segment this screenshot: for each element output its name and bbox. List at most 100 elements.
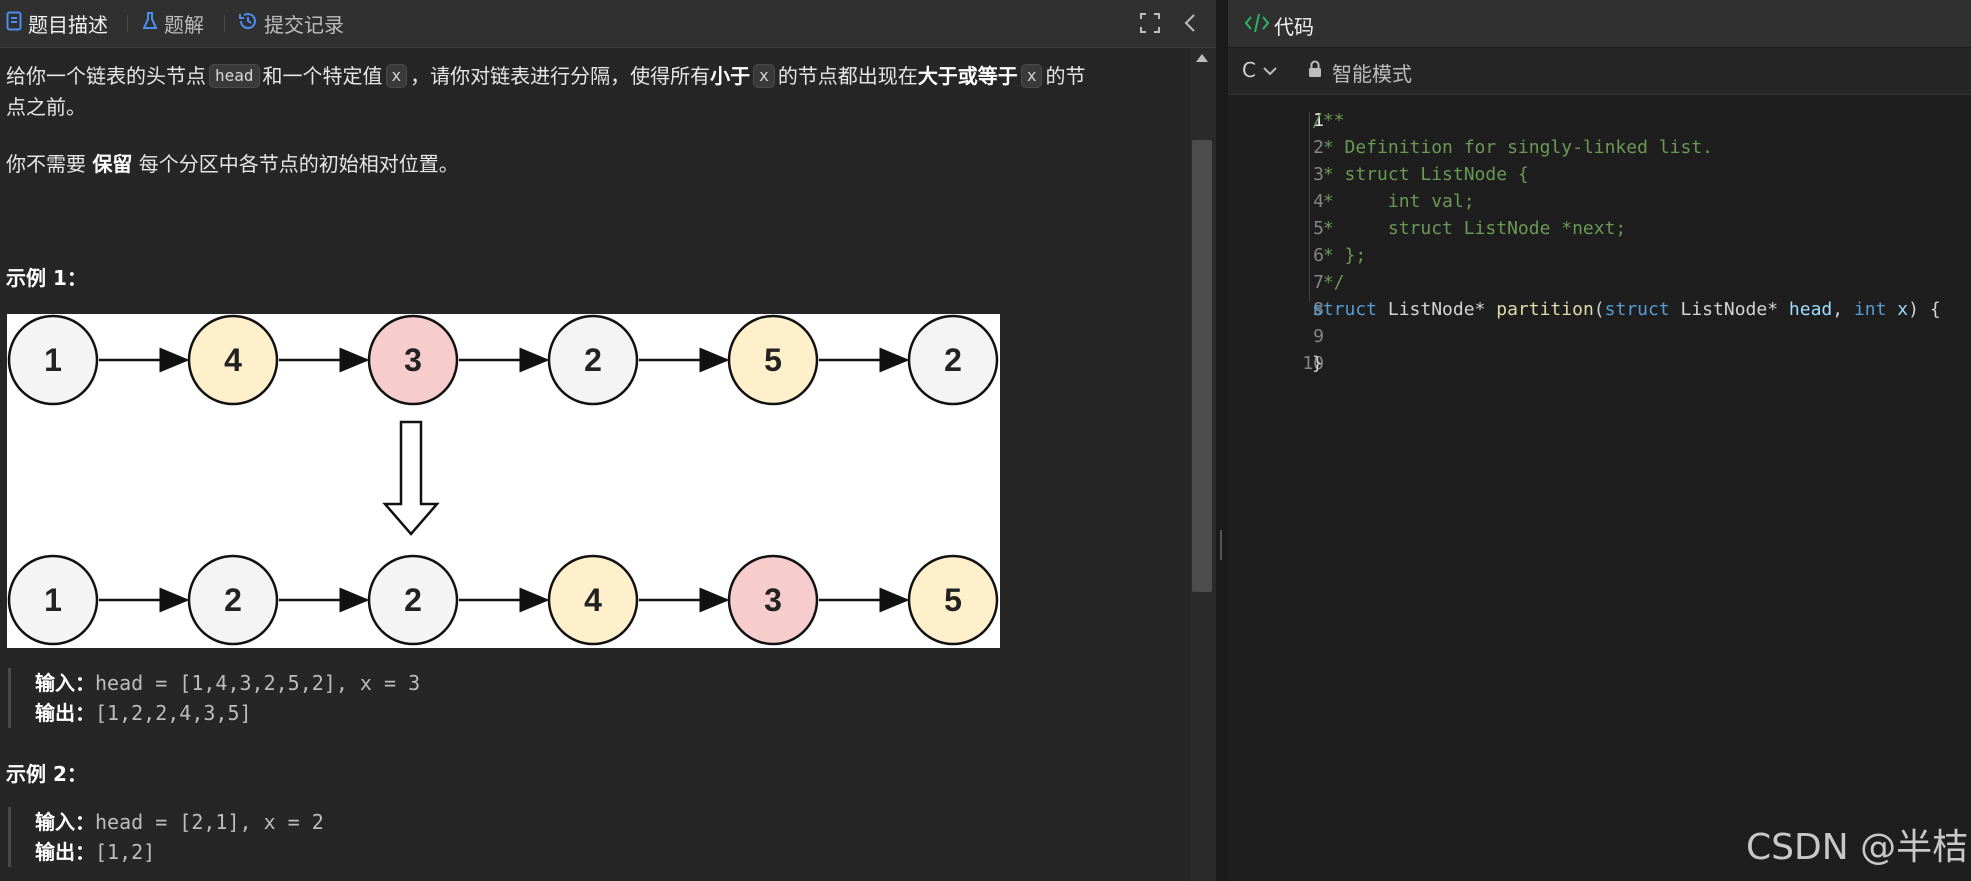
code-text: , bbox=[1832, 299, 1854, 320]
text: 你不需要 bbox=[6, 152, 86, 176]
example-2-block: 输入：head = [2,1], x = 2 输出：[1,2] bbox=[8, 807, 324, 867]
code-line: * int val; bbox=[1312, 191, 1475, 212]
flask-icon bbox=[142, 11, 158, 36]
text: 和一个特定值 bbox=[262, 64, 383, 88]
text: 每个分区中各节点的初始相对位置。 bbox=[138, 152, 459, 176]
output-label: 输出： bbox=[35, 840, 95, 864]
top-row-node-label: 1 bbox=[44, 342, 62, 378]
top-row-node-label: 2 bbox=[584, 342, 602, 378]
code-line: */ bbox=[1312, 272, 1345, 293]
bold-text: 大于或等于 bbox=[917, 64, 1018, 88]
bottom-row-node-label: 3 bbox=[764, 582, 782, 618]
tab-description[interactable]: 题目描述 bbox=[6, 0, 108, 47]
tab-description-label: 题目描述 bbox=[28, 13, 108, 37]
scroll-up-arrow-icon[interactable] bbox=[1196, 54, 1208, 62]
example-2-heading: 示例 2： bbox=[6, 762, 87, 786]
parameter: head bbox=[1788, 299, 1833, 320]
bottom-row-node-label: 2 bbox=[224, 582, 242, 618]
top-row-node-label: 5 bbox=[764, 342, 782, 378]
bottom-row-node-label: 4 bbox=[584, 582, 602, 618]
example-1-heading: 示例 1： bbox=[6, 266, 87, 290]
function-name: partition bbox=[1496, 299, 1594, 320]
linked-list-diagram: 1 4 3 2 5 2 1 2 2 4 3 5 bbox=[7, 314, 1000, 648]
language-select[interactable]: C bbox=[1242, 58, 1278, 82]
description-scrollbar-thumb[interactable] bbox=[1192, 140, 1212, 592]
text: 给你一个链表的头节点 bbox=[6, 64, 206, 88]
collapse-chevron-left-icon[interactable] bbox=[1178, 10, 1204, 36]
bottom-row-node-label: 5 bbox=[944, 582, 962, 618]
code-icon bbox=[1244, 12, 1270, 38]
line-number: 9 bbox=[1313, 326, 1324, 347]
top-row-node-label: 4 bbox=[224, 342, 242, 378]
input-value: head = [2,1], x = 2 bbox=[95, 810, 324, 834]
tab-solutions-label: 题解 bbox=[164, 13, 204, 37]
code-editor-panel: 代码 C 智能模式 1 2 3 4 5 6 7 8 9 10 /** * Def… bbox=[1228, 0, 1971, 881]
document-icon bbox=[6, 11, 22, 36]
top-row-node-label: 3 bbox=[404, 342, 422, 378]
language-label: C bbox=[1242, 58, 1256, 82]
top-row-node-label: 2 bbox=[944, 342, 962, 378]
tab-separator bbox=[127, 15, 128, 32]
code-line: * }; bbox=[1312, 245, 1367, 266]
tab-separator bbox=[224, 15, 225, 32]
inline-code: x bbox=[385, 64, 408, 88]
code-text: ListNode* bbox=[1669, 299, 1789, 320]
lock-icon bbox=[1308, 60, 1322, 82]
code-line: * Definition for singly-linked list. bbox=[1312, 137, 1713, 158]
code-title: 代码 bbox=[1274, 15, 1314, 39]
linked-list-diagram-svg: 1 4 3 2 5 2 1 2 2 4 3 5 bbox=[7, 314, 999, 646]
description-paragraph-1: 给你一个链表的头节点 head 和一个特定值 x ，请你对链表进行分隔，使得所有小于 x 的… bbox=[6, 60, 1085, 92]
history-icon bbox=[238, 11, 258, 36]
output-value: [1,2] bbox=[95, 840, 156, 864]
bottom-row-node-label: 1 bbox=[44, 582, 62, 618]
bold-text: 小于 bbox=[710, 64, 751, 88]
code-line: /** bbox=[1312, 110, 1345, 131]
code-line: * struct ListNode { bbox=[1312, 164, 1529, 185]
example-1-block: 输入：head = [1,4,3,2,5,2], x = 3 输出：[1,2,2… bbox=[8, 668, 420, 728]
tab-submissions-label: 提交记录 bbox=[264, 13, 344, 37]
text: 的节 bbox=[1045, 64, 1086, 88]
output-value: [1,2,2,4,3,5] bbox=[95, 701, 252, 725]
code-text: ) { bbox=[1908, 299, 1941, 320]
bold-text: 保留 bbox=[92, 152, 133, 176]
problem-panel: 题目描述 题解 提交记录 给你一个链表的头节点 head 和一个特定值 x ，请你对链表… bbox=[0, 0, 1216, 881]
code-header: 代码 bbox=[1228, 0, 1971, 47]
keyword: struct bbox=[1312, 299, 1378, 320]
code-text: ListNode* bbox=[1377, 299, 1497, 320]
watermark: CSDN @半桔 bbox=[1746, 827, 1969, 868]
text: ，请你对链表进行分隔，使得所有 bbox=[410, 64, 711, 88]
code-line-function-signature: struct ListNode* partition(struct ListNo… bbox=[1312, 299, 1941, 320]
inline-code: x bbox=[1020, 64, 1043, 88]
example-2-output-line: 输出：[1,2] bbox=[35, 837, 324, 867]
down-arrow-icon bbox=[382, 420, 440, 536]
panel-resize-divider[interactable] bbox=[1216, 0, 1228, 881]
example-1-output-line: 输出：[1,2,2,4,3,5] bbox=[35, 698, 420, 728]
input-label: 输入： bbox=[35, 810, 95, 834]
description-paragraph-2: 你不需要 保留 每个分区中各节点的初始相对位置。 bbox=[6, 148, 459, 180]
smart-mode-toggle[interactable]: 智能模式 bbox=[1332, 58, 1412, 87]
input-label: 输入： bbox=[35, 671, 95, 695]
tab-submissions[interactable]: 提交记录 bbox=[238, 0, 344, 47]
inline-code: head bbox=[209, 64, 260, 88]
problem-tab-bar: 题目描述 题解 提交记录 bbox=[0, 0, 1216, 48]
keyword: int bbox=[1853, 299, 1887, 320]
example-1-input-line: 输入：head = [1,4,3,2,5,2], x = 3 bbox=[35, 668, 420, 698]
input-value: head = [1,4,3,2,5,2], x = 3 bbox=[95, 671, 421, 695]
problem-description: 给你一个链表的头节点 head 和一个特定值 x ，请你对链表进行分隔，使得所有小于 x 的… bbox=[0, 48, 1190, 881]
description-paragraph-1-cont: 点之前。 bbox=[6, 95, 86, 119]
example-2-input-line: 输入：head = [2,1], x = 2 bbox=[35, 807, 324, 837]
fullscreen-icon[interactable] bbox=[1137, 10, 1163, 36]
bottom-row-node-label: 2 bbox=[404, 582, 422, 618]
text: 的节点都出现在 bbox=[777, 64, 918, 88]
code-text: ( bbox=[1593, 299, 1605, 320]
parameter: x bbox=[1897, 299, 1909, 320]
chevron-down-icon bbox=[1262, 58, 1278, 82]
inline-code: x bbox=[753, 64, 775, 88]
resize-grip[interactable] bbox=[1220, 530, 1222, 560]
output-label: 输出： bbox=[35, 701, 95, 725]
code-toolbar: C 智能模式 bbox=[1228, 48, 1971, 95]
keyword: struct bbox=[1604, 299, 1670, 320]
tab-solutions[interactable]: 题解 bbox=[142, 0, 204, 47]
code-line: } bbox=[1312, 353, 1323, 374]
